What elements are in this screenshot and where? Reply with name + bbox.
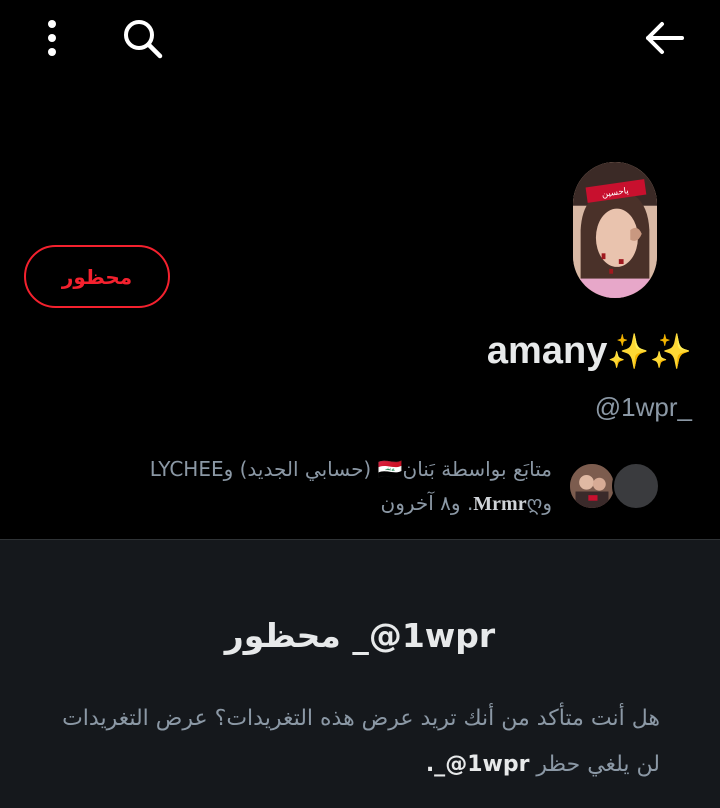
avatar[interactable]: ياحسين [571,160,659,300]
display-name: amany✨✨ [487,330,692,373]
profile-header: ياحسين محظور amany✨✨ @1wpr_ متابَع بواسط… [0,0,720,540]
profile-handle: @1wpr_ [594,392,692,422]
blocked-button[interactable]: محظور [24,245,170,308]
blocked-notice: ‎@1wpr_ محظور هل أنت متأكد من أنك تريد ع… [0,540,720,808]
top-bar [0,0,720,80]
notice-body: هل أنت متأكد من أنك تريد عرض هذه التغريد… [60,696,660,788]
search-icon[interactable] [118,14,166,62]
notice-body-text: هل أنت متأكد من أنك تريد عرض هذه التغريد… [62,706,660,777]
followers-text: متابَع بواسطة بَنان🇮🇶 (حسابي الجديد) وLY… [72,452,552,521]
follower-name: Mrmr [473,493,527,515]
display-name-text: amany [486,330,608,372]
followers-you-know[interactable]: متابَع بواسطة بَنان🇮🇶 (حسابي الجديد) وLY… [60,450,660,530]
follower-avatars [560,460,660,516]
notice-body-handle: ‎@1wpr_. [425,752,530,777]
follower-avatar [568,462,616,510]
notice-title: ‎@1wpr_ محظور [224,616,496,655]
followers-line-2: وMrmrღ. و٨ آخرون [72,486,553,521]
arrow-left-icon[interactable] [640,14,688,62]
sparkles-emoji: ✨✨ [607,333,692,371]
followers-line-2-prefix: و [542,491,552,515]
followers-line-1: متابَع بواسطة بَنان🇮🇶 (حسابي الجديد) وLY… [149,457,552,481]
blocked-button-label: محظور [61,264,133,289]
follower-avatar [612,462,660,510]
more-vertical-icon[interactable] [28,14,76,62]
